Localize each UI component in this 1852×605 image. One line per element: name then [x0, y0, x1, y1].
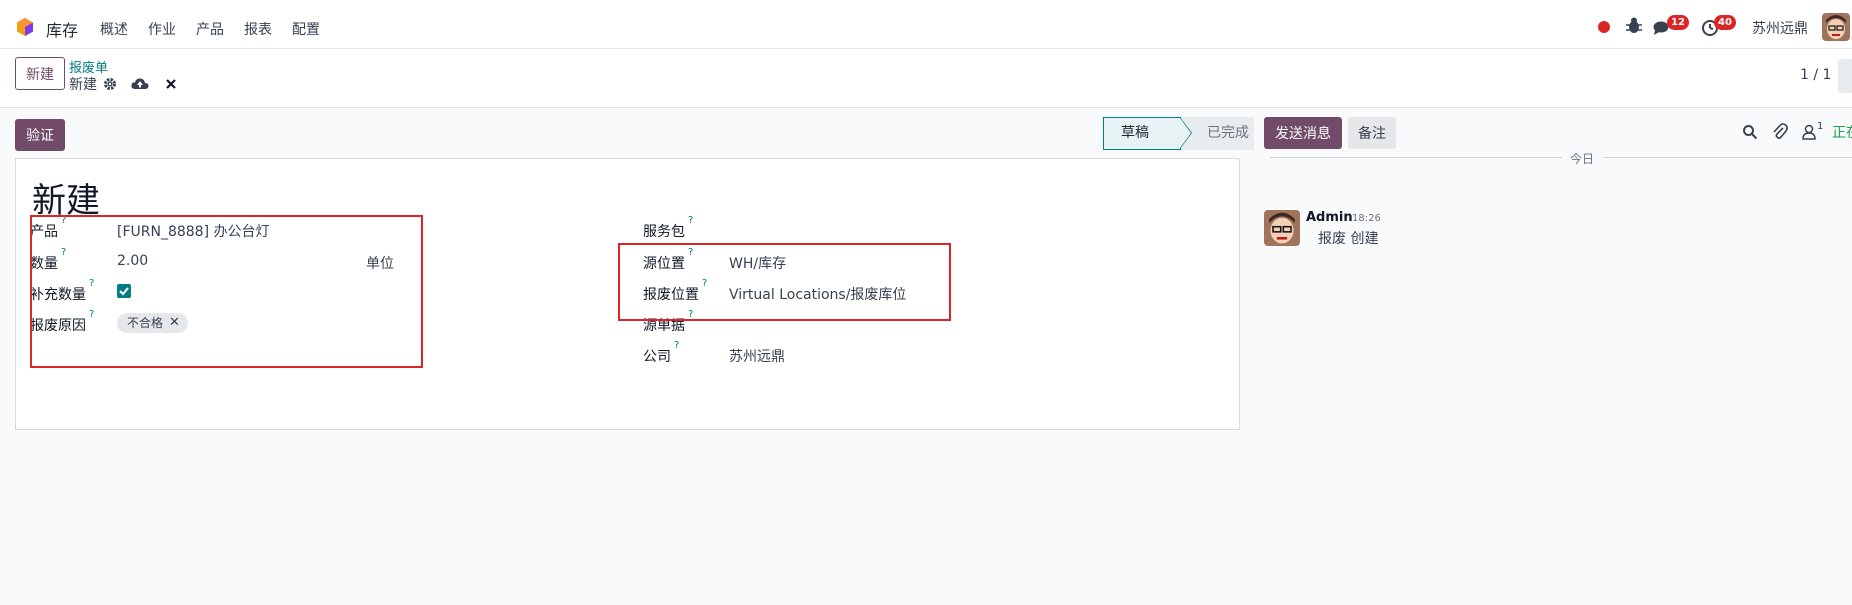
- debug-bug-icon[interactable]: [1625, 16, 1643, 36]
- avatar-face-icon: [1264, 210, 1300, 246]
- main-menu: 概述 作业 产品 报表 配置: [100, 19, 340, 39]
- send-message-button[interactable]: 发送消息: [1264, 117, 1342, 149]
- message-body: 报废 创建: [1318, 231, 1379, 247]
- company-help-icon[interactable]: ?: [674, 340, 679, 351]
- activities-badge: 40: [1714, 15, 1736, 30]
- top-navbar: 库存 概述 作业 产品 报表 配置 12 40 苏州远鼎: [0, 5, 1852, 49]
- menu-item-overview[interactable]: 概述: [100, 19, 128, 39]
- form-sheet: 新建 产品? [FURN_8888] 办公台灯 数量? 2.00 单位 补充数量…: [15, 158, 1240, 430]
- save-cloud-icon[interactable]: [131, 77, 149, 91]
- package-help-icon[interactable]: ?: [688, 215, 693, 226]
- messages-badge: 12: [1667, 15, 1689, 30]
- search-icon[interactable]: [1742, 124, 1758, 140]
- company-switcher[interactable]: 苏州远鼎: [1752, 18, 1808, 38]
- separator-line-left: [1270, 157, 1562, 158]
- date-separator: 今日: [1270, 152, 1852, 166]
- avatar-face-icon: [1822, 13, 1850, 41]
- stage-draft-arrow-fill: [1180, 118, 1191, 148]
- new-button[interactable]: 新建: [15, 57, 65, 90]
- annotation-box-right: [618, 243, 951, 321]
- validate-button[interactable]: 验证: [15, 119, 65, 151]
- package-label-text: 服务包: [643, 224, 685, 240]
- pager-prev-button[interactable]: [1838, 59, 1852, 93]
- following-status[interactable]: 正在: [1832, 122, 1852, 142]
- date-separator-label: 今日: [1570, 152, 1595, 166]
- followers-count: 1: [1817, 121, 1824, 132]
- stage-draft-label: 草稿: [1121, 125, 1149, 141]
- paperclip-icon[interactable]: [1772, 123, 1788, 141]
- company-label-text: 公司: [643, 349, 671, 365]
- stage-done-label: 已完成: [1207, 125, 1249, 141]
- log-note-button[interactable]: 备注: [1348, 117, 1396, 149]
- inventory-app-icon[interactable]: [15, 17, 35, 37]
- annotation-box-left: [30, 215, 423, 368]
- company-label: 公司?: [643, 340, 679, 366]
- control-panel: 新建 报废单 新建 1 / 1: [0, 50, 1852, 108]
- menu-item-operations[interactable]: 作业: [148, 19, 176, 39]
- menu-item-configuration[interactable]: 配置: [292, 19, 320, 39]
- status-bar: 验证 已完成 草稿: [15, 117, 1254, 151]
- pager-value[interactable]: 1 / 1: [1800, 67, 1831, 83]
- record-name: 新建: [69, 77, 97, 93]
- stage-draft[interactable]: 草稿: [1103, 117, 1181, 150]
- chatter-tools: 1: [1742, 121, 1824, 141]
- follower-user-icon: [1802, 124, 1816, 140]
- message-time: 18:26: [1352, 213, 1381, 224]
- main-area: 验证 已完成 草稿 新建 产品? [FURN_8888] 办公台灯 数量? 2.…: [0, 109, 1852, 605]
- company-field[interactable]: 苏州远鼎: [729, 346, 785, 366]
- record-title-line: 新建: [69, 74, 177, 94]
- gear-icon[interactable]: [103, 77, 117, 91]
- app-name[interactable]: 库存: [46, 17, 78, 41]
- separator-line-right: [1604, 157, 1852, 158]
- menu-item-reporting[interactable]: 报表: [244, 19, 272, 39]
- menu-item-products[interactable]: 产品: [196, 19, 224, 39]
- package-label: 服务包?: [643, 215, 693, 241]
- recording-indicator[interactable]: [1598, 21, 1610, 33]
- user-avatar[interactable]: [1822, 13, 1850, 41]
- followers-button[interactable]: 1: [1802, 121, 1824, 140]
- message-author-avatar[interactable]: [1264, 210, 1300, 246]
- message-author[interactable]: Admin: [1306, 210, 1353, 225]
- discard-close-icon[interactable]: [165, 78, 177, 90]
